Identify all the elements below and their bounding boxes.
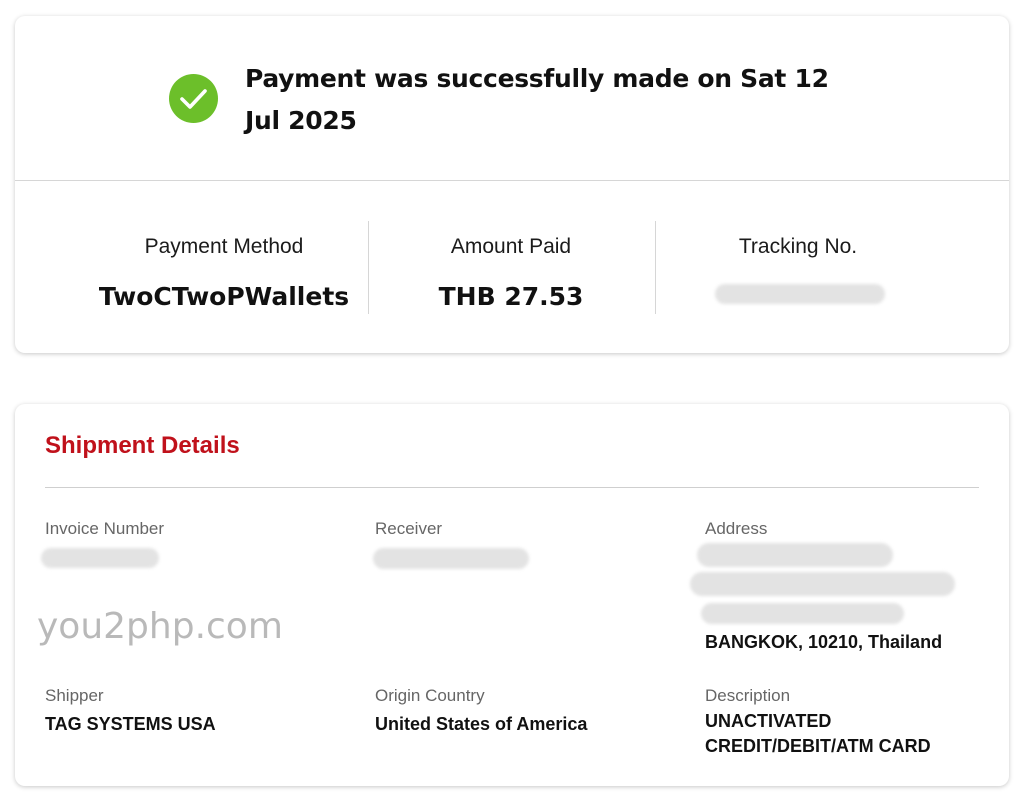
redacted-address-line bbox=[697, 543, 893, 567]
shipper-label: Shipper bbox=[45, 686, 104, 705]
divider bbox=[45, 487, 979, 488]
payment-confirmation-card: Payment was successfully made on Sat 12 … bbox=[15, 16, 1009, 353]
description-line-1: UNACTIVATED bbox=[705, 711, 832, 731]
redacted-address-line bbox=[690, 572, 955, 596]
tracking-number-label: Tracking No. bbox=[738, 235, 858, 258]
redacted-tracking-number bbox=[715, 284, 885, 304]
invoice-number-label: Invoice Number bbox=[45, 519, 165, 538]
amount-paid-value: THB 27.53 bbox=[438, 282, 584, 311]
shipper-value: TAG SYSTEMS USA bbox=[45, 714, 216, 734]
origin-country-value: United States of America bbox=[375, 714, 588, 734]
payment-success-message: Payment was successfully made on Sat 12 … bbox=[245, 64, 829, 135]
checkmark-circle-icon bbox=[169, 74, 218, 123]
amount-paid-label: Amount Paid bbox=[450, 235, 572, 258]
address-label: Address bbox=[705, 519, 768, 538]
tracking-number-column: Tracking No. bbox=[655, 222, 941, 272]
redacted-invoice-number bbox=[41, 548, 159, 568]
amount-paid-column: Amount Paid THB 27.53 bbox=[368, 222, 654, 322]
payment-method-label: Payment Method bbox=[144, 235, 304, 258]
shipment-details-title: Shipment Details bbox=[45, 432, 240, 459]
address-city-line: BANGKOK, 10210, Thailand bbox=[705, 632, 943, 652]
watermark: you2php.com bbox=[37, 606, 283, 647]
redacted-receiver bbox=[373, 548, 529, 569]
receiver-label: Receiver bbox=[375, 519, 443, 538]
payment-method-column: Payment Method TwoCTwoPWallets bbox=[81, 222, 367, 322]
description-label: Description bbox=[705, 686, 791, 705]
payment-method-value: TwoCTwoPWallets bbox=[98, 282, 350, 311]
shipment-details-card: Shipment Details Invoice Number Receiver… bbox=[15, 404, 1009, 786]
origin-country-label: Origin Country bbox=[375, 686, 485, 705]
description-line-2: CREDIT/DEBIT/ATM CARD bbox=[705, 736, 931, 756]
redacted-address-line bbox=[701, 603, 904, 624]
divider bbox=[15, 180, 1009, 181]
